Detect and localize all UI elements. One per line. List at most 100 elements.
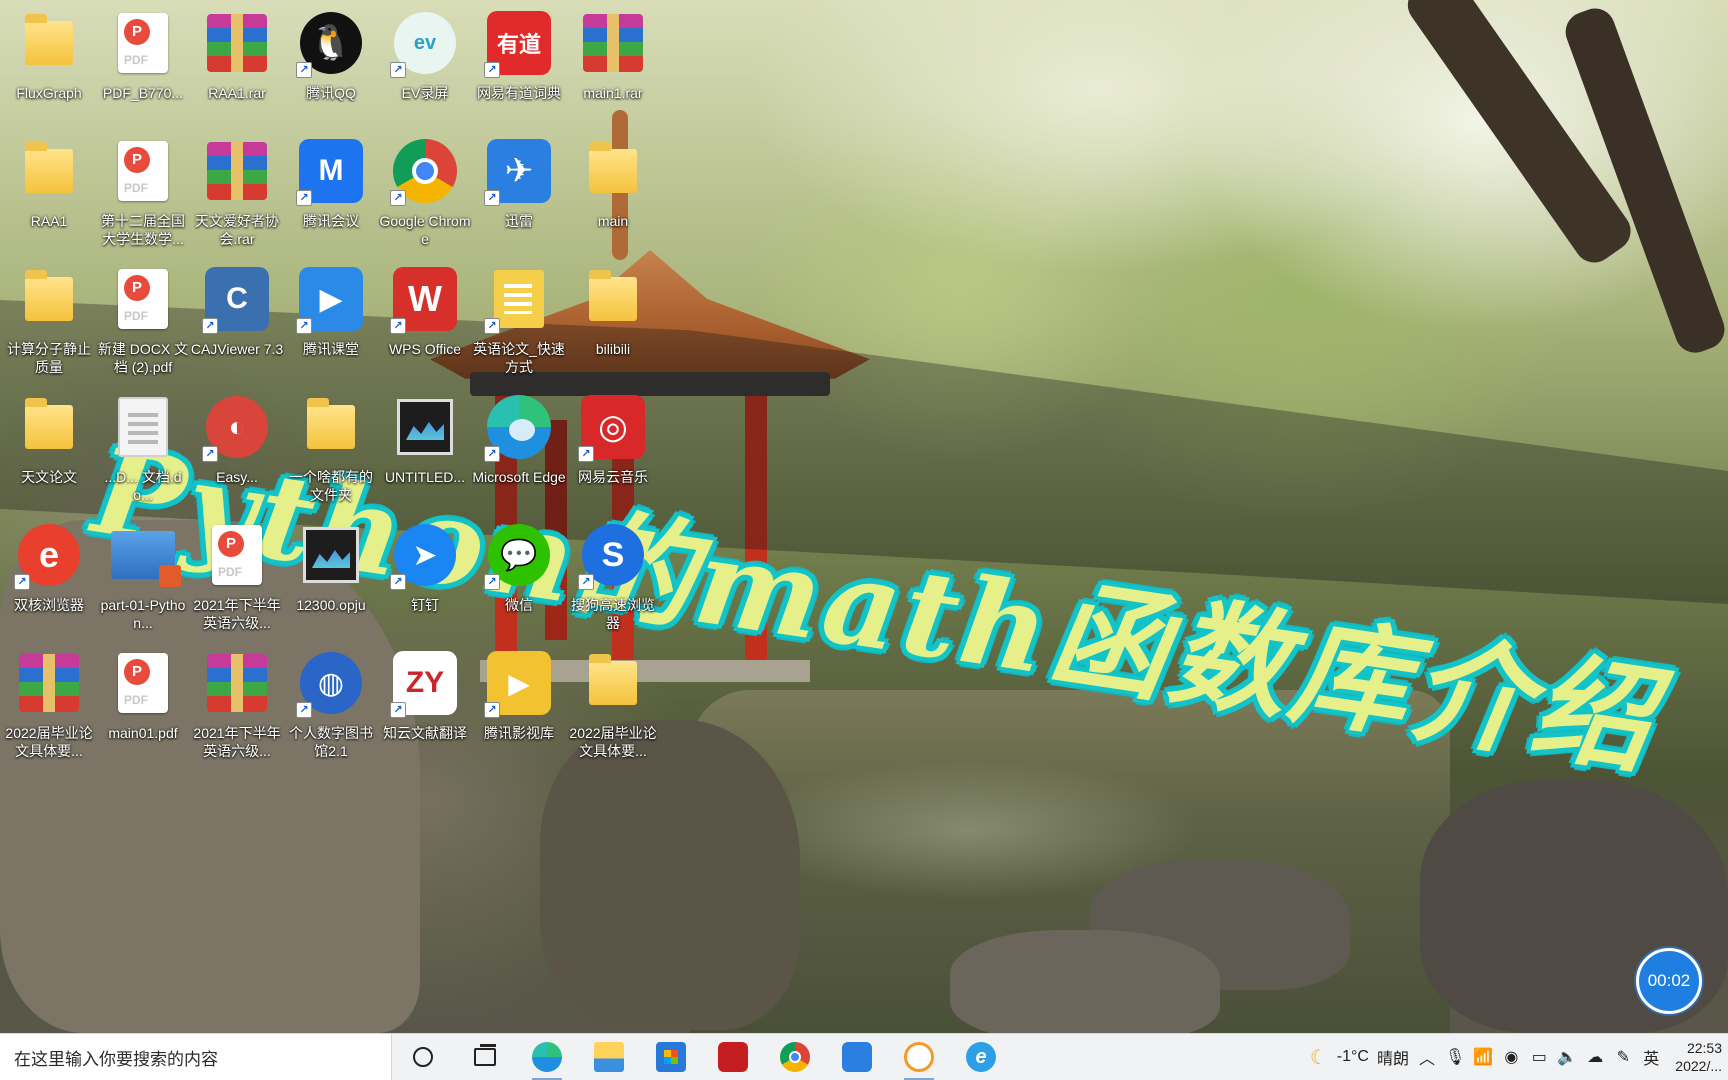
desktop-icon[interactable]: FluxGraph bbox=[2, 2, 96, 132]
desktop-icon[interactable]: 2021年下半年英语六级... bbox=[190, 642, 284, 772]
rar-icon bbox=[202, 8, 272, 78]
desktop-icon[interactable]: e ↗ 双核浏览器 bbox=[2, 514, 96, 644]
task-view-button[interactable] bbox=[454, 1034, 516, 1080]
desktop-icon-label: 微信 bbox=[505, 597, 533, 613]
desktop-icon[interactable]: ↗ 英语论文_快速方式 bbox=[472, 258, 566, 388]
desktop-icon-label: RAA1 bbox=[30, 213, 68, 229]
desktop-icon[interactable]: ↗ Google Chrome bbox=[378, 130, 472, 260]
desktop-icon[interactable]: RAA1.rar bbox=[190, 2, 284, 132]
desktop-icon[interactable]: UNTITLED... bbox=[378, 386, 472, 516]
desktop-icon[interactable]: ◎ ↗ 网易云音乐 bbox=[566, 386, 660, 516]
taskbar-chrome[interactable] bbox=[764, 1034, 826, 1080]
desktop-icon-label: 第十二届全国大学生数学... bbox=[101, 213, 185, 247]
shortcut-arrow-icon: ↗ bbox=[296, 190, 312, 206]
desktop-icon[interactable]: W ↗ WPS Office bbox=[378, 258, 472, 388]
youdao-icon: 有道 ↗ bbox=[484, 8, 554, 78]
desktop-icon[interactable]: ...D... 文档.do... bbox=[96, 386, 190, 516]
desktop-icon[interactable]: RAA1 bbox=[2, 130, 96, 260]
weather-temp[interactable]: -1°C bbox=[1333, 1034, 1373, 1080]
desktop-icon[interactable]: 2022届毕业论文具体要... bbox=[566, 642, 660, 772]
desktop-icon[interactable]: S ↗ 搜狗高速浏览器 bbox=[566, 514, 660, 644]
desktop-icon[interactable]: ev ↗ EV录屏 bbox=[378, 2, 472, 132]
volume-icon[interactable]: 🔈 bbox=[1553, 1034, 1581, 1080]
desktop-icon[interactable]: P PDF PDF_B770... bbox=[96, 2, 190, 132]
desktop-icon[interactable]: P PDF main01.pdf bbox=[96, 642, 190, 772]
doc-color-icon: ↗ bbox=[484, 264, 554, 334]
shortcut-arrow-icon: ↗ bbox=[296, 62, 312, 78]
desktop-icon-label: 天文论文 bbox=[21, 469, 77, 485]
sogou-icon: S ↗ bbox=[578, 520, 648, 590]
wps-icon: W ↗ bbox=[390, 264, 460, 334]
shortcut-arrow-icon: ↗ bbox=[390, 190, 406, 206]
desktop-icon[interactable]: 2022届毕业论文具体要... bbox=[2, 642, 96, 772]
desktop-icon[interactable]: ▶ ↗ 腾讯影视库 bbox=[472, 642, 566, 772]
desktop-icon[interactable]: P PDF 2021年下半年英语六级... bbox=[190, 514, 284, 644]
desktop-icon[interactable]: P PDF 第十二届全国大学生数学... bbox=[96, 130, 190, 260]
desktop-icon[interactable]: M ↗ 腾讯会议 bbox=[284, 130, 378, 260]
desktop-icon[interactable]: 一个啥都有的文件夹 bbox=[284, 386, 378, 516]
shortcut-arrow-icon: ↗ bbox=[390, 62, 406, 78]
desktop-icon[interactable]: ➤ ↗ 钉钉 bbox=[378, 514, 472, 644]
desktop-icon-label: Easy... bbox=[216, 469, 258, 485]
desktop-icon[interactable]: 计算分子静止质量 bbox=[2, 258, 96, 388]
desktop-icon[interactable]: ✈ ↗ 迅雷 bbox=[472, 130, 566, 260]
taskbar-store[interactable] bbox=[640, 1034, 702, 1080]
network-icon[interactable]: 📶 bbox=[1469, 1034, 1497, 1080]
taskbar-search-box[interactable]: 在这里输入你要搜索的内容 bbox=[0, 1033, 392, 1080]
taskbar-ie[interactable]: e bbox=[950, 1034, 1012, 1080]
clock-time: 22:53 bbox=[1686, 1040, 1722, 1056]
desktop-icon[interactable]: 有道 ↗ 网易有道词典 bbox=[472, 2, 566, 132]
folder-icon bbox=[578, 264, 648, 334]
desktop-icon-label: CAJViewer 7.3 bbox=[190, 341, 284, 357]
desktop-icon-label: 双核浏览器 bbox=[14, 597, 84, 613]
taskbar-xunlei[interactable] bbox=[826, 1034, 888, 1080]
weather-desc[interactable]: 晴朗 bbox=[1373, 1034, 1413, 1080]
cloud-icon[interactable]: ☁ bbox=[1581, 1034, 1609, 1080]
desktop-icon[interactable]: 天文论文 bbox=[2, 386, 96, 516]
taskbar-ev-recorder[interactable] bbox=[888, 1034, 950, 1080]
desktop-icon[interactable]: P PDF 新建 DOCX 文档 (2).pdf bbox=[96, 258, 190, 388]
desktop-icon[interactable]: ZY ↗ 知云文献翻译 bbox=[378, 642, 472, 772]
desktop-icon[interactable]: ▶ ↗ 腾讯课堂 bbox=[284, 258, 378, 388]
browser-e-icon: e ↗ bbox=[14, 520, 84, 590]
desktop-icon-label: FluxGraph bbox=[16, 85, 82, 101]
ime-indicator[interactable]: 英 bbox=[1637, 1034, 1665, 1080]
desktop-icon[interactable]: C ↗ CAJViewer 7.3 bbox=[190, 258, 284, 388]
desktop-icon-label: 2022届毕业论文具体要... bbox=[5, 725, 93, 759]
weather-moon-icon[interactable]: ☾ bbox=[1305, 1034, 1333, 1080]
cortana-button[interactable] bbox=[392, 1034, 454, 1080]
pdf-icon: P PDF bbox=[108, 264, 178, 334]
microphone-icon[interactable]: 🎙 bbox=[1441, 1034, 1469, 1080]
desktop-icon-label: 一个啥都有的文件夹 bbox=[289, 469, 373, 503]
desktop-icon[interactable]: ◐ ↗ Easy... bbox=[190, 386, 284, 516]
qq-tray-icon[interactable]: ◉ bbox=[1497, 1034, 1525, 1080]
xunlei-icon: ✈ ↗ bbox=[484, 136, 554, 206]
desktop-icon[interactable]: 天文爱好者协会.rar bbox=[190, 130, 284, 260]
taskbar-edge[interactable] bbox=[516, 1034, 578, 1080]
taskbar-red-app[interactable] bbox=[702, 1034, 764, 1080]
desktop-icon[interactable]: 💬 ↗ 微信 bbox=[472, 514, 566, 644]
desktop-icon[interactable]: 🐧 ↗ 腾讯QQ bbox=[284, 2, 378, 132]
desktop-icon[interactable]: 12300.opju bbox=[284, 514, 378, 644]
desktop-icon[interactable]: ◍ ↗ 个人数字图书馆2.1 bbox=[284, 642, 378, 772]
pdf-badge-icon: P bbox=[124, 275, 150, 301]
desktop-icon[interactable]: main1.rar bbox=[566, 2, 660, 132]
desktop-icon[interactable]: bilibili bbox=[566, 258, 660, 388]
shortcut-arrow-icon: ↗ bbox=[484, 62, 500, 78]
folder-icon bbox=[14, 136, 84, 206]
shortcut-arrow-icon: ↗ bbox=[484, 574, 500, 590]
folder-icon bbox=[14, 8, 84, 78]
chevron-up-icon[interactable]: ︿ bbox=[1413, 1034, 1441, 1080]
recording-timer[interactable]: 00:02 bbox=[1636, 948, 1702, 1014]
desktop-icon-label: main1.rar bbox=[583, 85, 643, 101]
red-round-icon: ◐ ↗ bbox=[202, 392, 272, 462]
desktop-icon[interactable]: ↗ Microsoft Edge bbox=[472, 386, 566, 516]
desktop-icon[interactable]: main bbox=[566, 130, 660, 260]
pen-icon[interactable]: ✎ bbox=[1609, 1034, 1637, 1080]
taskbar-file-explorer[interactable] bbox=[578, 1034, 640, 1080]
pdf-label-icon: PDF bbox=[124, 309, 148, 323]
battery-icon[interactable]: ▭ bbox=[1525, 1034, 1553, 1080]
cortana-icon bbox=[413, 1047, 433, 1067]
desktop-icon[interactable]: part-01-Python... bbox=[96, 514, 190, 644]
taskbar-clock[interactable]: 22:53 2022/... bbox=[1665, 1039, 1722, 1075]
